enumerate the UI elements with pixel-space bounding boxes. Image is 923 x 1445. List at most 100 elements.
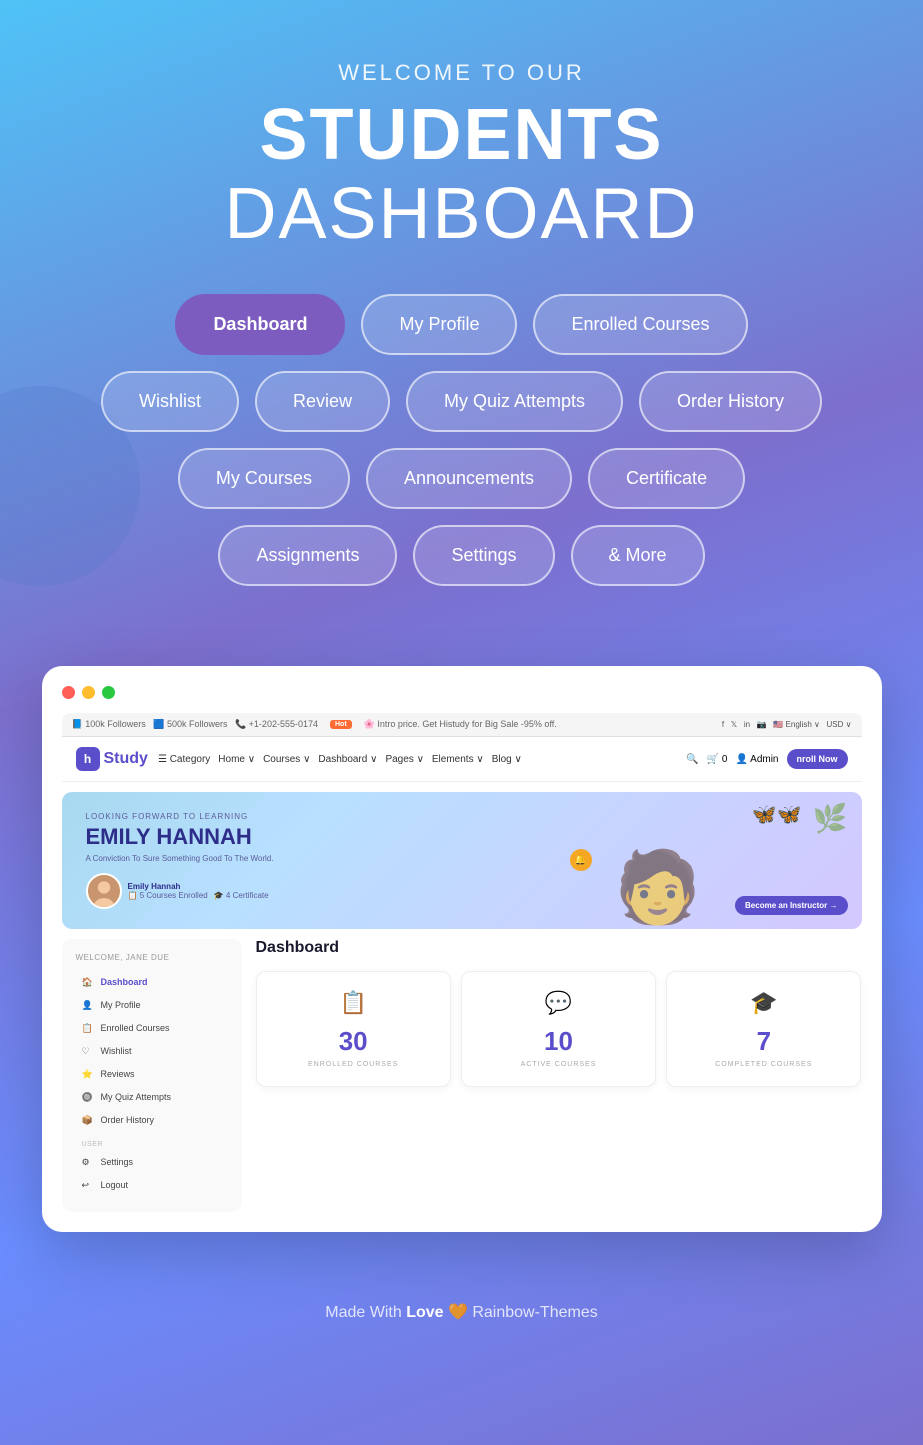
hero-title-bold: STUDENTS bbox=[259, 95, 663, 175]
sidebar-item-enrolled-courses[interactable]: 📋 Enrolled Courses bbox=[76, 1018, 228, 1039]
active-label: ACTIVE COURSES bbox=[476, 1061, 641, 1068]
sidebar-welcome: WELCOME, JANE DUE bbox=[76, 953, 228, 962]
profile-icon: 👤 bbox=[82, 1000, 94, 1011]
dot-green bbox=[102, 686, 115, 699]
wishlist-icon: ♡ bbox=[82, 1046, 94, 1057]
sidebar-item-settings[interactable]: ⚙ Settings bbox=[76, 1152, 228, 1173]
dashboard-icon: 🏠 bbox=[82, 977, 94, 988]
admin-link[interactable]: 👤 Admin bbox=[735, 754, 778, 765]
hero-subtitle: WELCOME TO OUR bbox=[40, 60, 883, 86]
logout-icon: ↩ bbox=[82, 1180, 94, 1191]
stat-card-completed: 🎓 7 COMPLETED COURSES bbox=[666, 971, 861, 1087]
banner-user-stats: 📋 5 Courses Enrolled 🎓 4 Certificate bbox=[128, 891, 269, 900]
completed-number: 7 bbox=[681, 1026, 846, 1057]
order-icon: 📦 bbox=[82, 1115, 94, 1126]
cart-icon[interactable]: 🛒 0 bbox=[707, 754, 728, 765]
navbar-blog[interactable]: Blog ∨ bbox=[492, 754, 522, 765]
nav-grid: Dashboard My Profile Enrolled Courses Wi… bbox=[40, 294, 883, 586]
nav-btn-review[interactable]: Review bbox=[255, 371, 390, 432]
hero-section: WELCOME TO OUR STUDENTS DASHBOARD Dashbo… bbox=[0, 0, 923, 666]
navbar-category[interactable]: ☰ Category bbox=[158, 754, 210, 765]
nav-btn-quiz-attempts[interactable]: My Quiz Attempts bbox=[406, 371, 623, 432]
enrolled-number: 30 bbox=[271, 1026, 436, 1057]
sidebar-label-quiz: My Quiz Attempts bbox=[101, 1092, 172, 1102]
enrolled-stat-icon: 📋 bbox=[271, 990, 436, 1016]
leaf-icon: 🌿 bbox=[813, 802, 848, 835]
nav-btn-wishlist[interactable]: Wishlist bbox=[101, 371, 239, 432]
butterflies-icon: 🦋🦋 bbox=[752, 802, 802, 827]
hero-banner: LOOKING FORWARD TO LEARNING EMILY HANNAH… bbox=[62, 792, 862, 928]
social-icons: f 𝕏 in 📷 🇺🇸 English ∨ USD ∨ bbox=[722, 720, 852, 729]
nav-btn-announcements[interactable]: Announcements bbox=[366, 448, 572, 509]
site-logo: h Study bbox=[76, 747, 148, 771]
sidebar-item-my-profile[interactable]: 👤 My Profile bbox=[76, 995, 228, 1016]
dot-red bbox=[62, 686, 75, 699]
nav-row-1: Dashboard My Profile Enrolled Courses bbox=[175, 294, 747, 355]
hero-title-light: DASHBOARD bbox=[224, 174, 698, 254]
stat-card-active: 💬 10 ACTIVE COURSES bbox=[461, 971, 656, 1087]
logo-icon: h bbox=[76, 747, 100, 771]
dot-yellow bbox=[82, 686, 95, 699]
quiz-icon: 🔘 bbox=[82, 1092, 94, 1103]
nav-btn-enrolled-courses[interactable]: Enrolled Courses bbox=[533, 294, 747, 355]
sidebar-section-user: USER bbox=[82, 1141, 228, 1148]
sidebar-label-settings: Settings bbox=[101, 1157, 134, 1167]
navbar-home[interactable]: Home ∨ bbox=[218, 754, 255, 765]
nav-btn-settings[interactable]: Settings bbox=[413, 525, 554, 586]
enroll-button[interactable]: nroll Now bbox=[787, 749, 848, 769]
logo-text: Study bbox=[104, 750, 148, 768]
nav-btn-order-history[interactable]: Order History bbox=[639, 371, 822, 432]
preview-card: 📘 100k Followers 🟦 500k Followers 📞 +1-2… bbox=[42, 666, 882, 1231]
sidebar-item-wishlist[interactable]: ♡ Wishlist bbox=[76, 1041, 228, 1062]
nav-btn-my-profile[interactable]: My Profile bbox=[361, 294, 517, 355]
banner-name: EMILY HANNAH bbox=[86, 825, 274, 849]
main-title: Dashboard bbox=[256, 939, 862, 957]
reviews-icon: ⭐ bbox=[82, 1069, 94, 1080]
site-navbar: h Study ☰ Category Home ∨ Courses ∨ Dash… bbox=[62, 737, 862, 782]
hot-badge: Hot bbox=[330, 720, 352, 729]
sidebar-label-dashboard: Dashboard bbox=[101, 977, 148, 987]
nav-row-4: Assignments Settings & More bbox=[218, 525, 704, 586]
footer-text: Made With Love 🧡 Rainbow-Themes bbox=[325, 1304, 597, 1321]
nav-row-3: My Courses Announcements Certificate bbox=[178, 448, 745, 509]
nav-btn-certificate[interactable]: Certificate bbox=[588, 448, 745, 509]
courses-enrolled: 📋 5 Courses Enrolled bbox=[128, 891, 208, 900]
navbar-courses[interactable]: Courses ∨ bbox=[263, 754, 310, 765]
sidebar-item-logout[interactable]: ↩ Logout bbox=[76, 1175, 228, 1196]
banner-figure: 🧑 bbox=[614, 847, 701, 929]
promo-text: 🌸 Intro price. Get Histudy for Big Sale … bbox=[364, 719, 557, 730]
nav-btn-dashboard[interactable]: Dashboard bbox=[175, 294, 345, 355]
nav-row-2: Wishlist Review My Quiz Attempts Order H… bbox=[101, 371, 822, 432]
completed-stat-icon: 🎓 bbox=[681, 990, 846, 1016]
social-links: 📘 100k Followers 🟦 500k Followers 📞 +1-2… bbox=[72, 719, 318, 730]
navbar-dashboard[interactable]: Dashboard ∨ bbox=[318, 754, 377, 765]
nav-btn-assignments[interactable]: Assignments bbox=[218, 525, 397, 586]
navbar-right: 🔍 🛒 0 👤 Admin nroll Now bbox=[686, 749, 847, 769]
stats-cards: 📋 30 ENROLLED COURSES 💬 10 ACTIVE COURSE… bbox=[256, 971, 862, 1087]
navbar-pages[interactable]: Pages ∨ bbox=[385, 754, 423, 765]
completed-label: COMPLETED COURSES bbox=[681, 1061, 846, 1068]
sidebar-item-dashboard[interactable]: 🏠 Dashboard bbox=[76, 972, 228, 993]
navbar-elements[interactable]: Elements ∨ bbox=[432, 754, 484, 765]
sidebar-item-order-history[interactable]: 📦 Order History bbox=[76, 1110, 228, 1131]
sidebar-label-reviews: Reviews bbox=[101, 1069, 135, 1079]
nav-btn-more[interactable]: & More bbox=[571, 525, 705, 586]
nav-btn-my-courses[interactable]: My Courses bbox=[178, 448, 350, 509]
sidebar: WELCOME, JANE DUE 🏠 Dashboard 👤 My Profi… bbox=[62, 939, 242, 1212]
notification-badge: 🔔 bbox=[570, 849, 592, 871]
footer: Made With Love 🧡 Rainbow-Themes bbox=[325, 1282, 597, 1352]
banner-user: Emily Hannah 📋 5 Courses Enrolled 🎓 4 Ce… bbox=[86, 873, 274, 909]
banner-tagline: A Conviction To Sure Something Good To T… bbox=[86, 854, 274, 863]
banner-user-info: Emily Hannah 📋 5 Courses Enrolled 🎓 4 Ce… bbox=[128, 882, 269, 900]
become-instructor-button[interactable]: Become an Instructor → bbox=[735, 896, 847, 915]
hero-title: STUDENTS DASHBOARD bbox=[40, 96, 883, 254]
active-stat-icon: 💬 bbox=[476, 990, 641, 1016]
sidebar-label-profile: My Profile bbox=[101, 1000, 141, 1010]
topbar-left: 📘 100k Followers 🟦 500k Followers 📞 +1-2… bbox=[72, 719, 557, 730]
banner-left: LOOKING FORWARD TO LEARNING EMILY HANNAH… bbox=[86, 812, 274, 908]
stat-card-enrolled: 📋 30 ENROLLED COURSES bbox=[256, 971, 451, 1087]
settings-icon: ⚙ bbox=[82, 1157, 94, 1168]
search-icon[interactable]: 🔍 bbox=[686, 754, 698, 765]
sidebar-item-reviews[interactable]: ⭐ Reviews bbox=[76, 1064, 228, 1085]
sidebar-item-quiz-attempts[interactable]: 🔘 My Quiz Attempts bbox=[76, 1087, 228, 1108]
